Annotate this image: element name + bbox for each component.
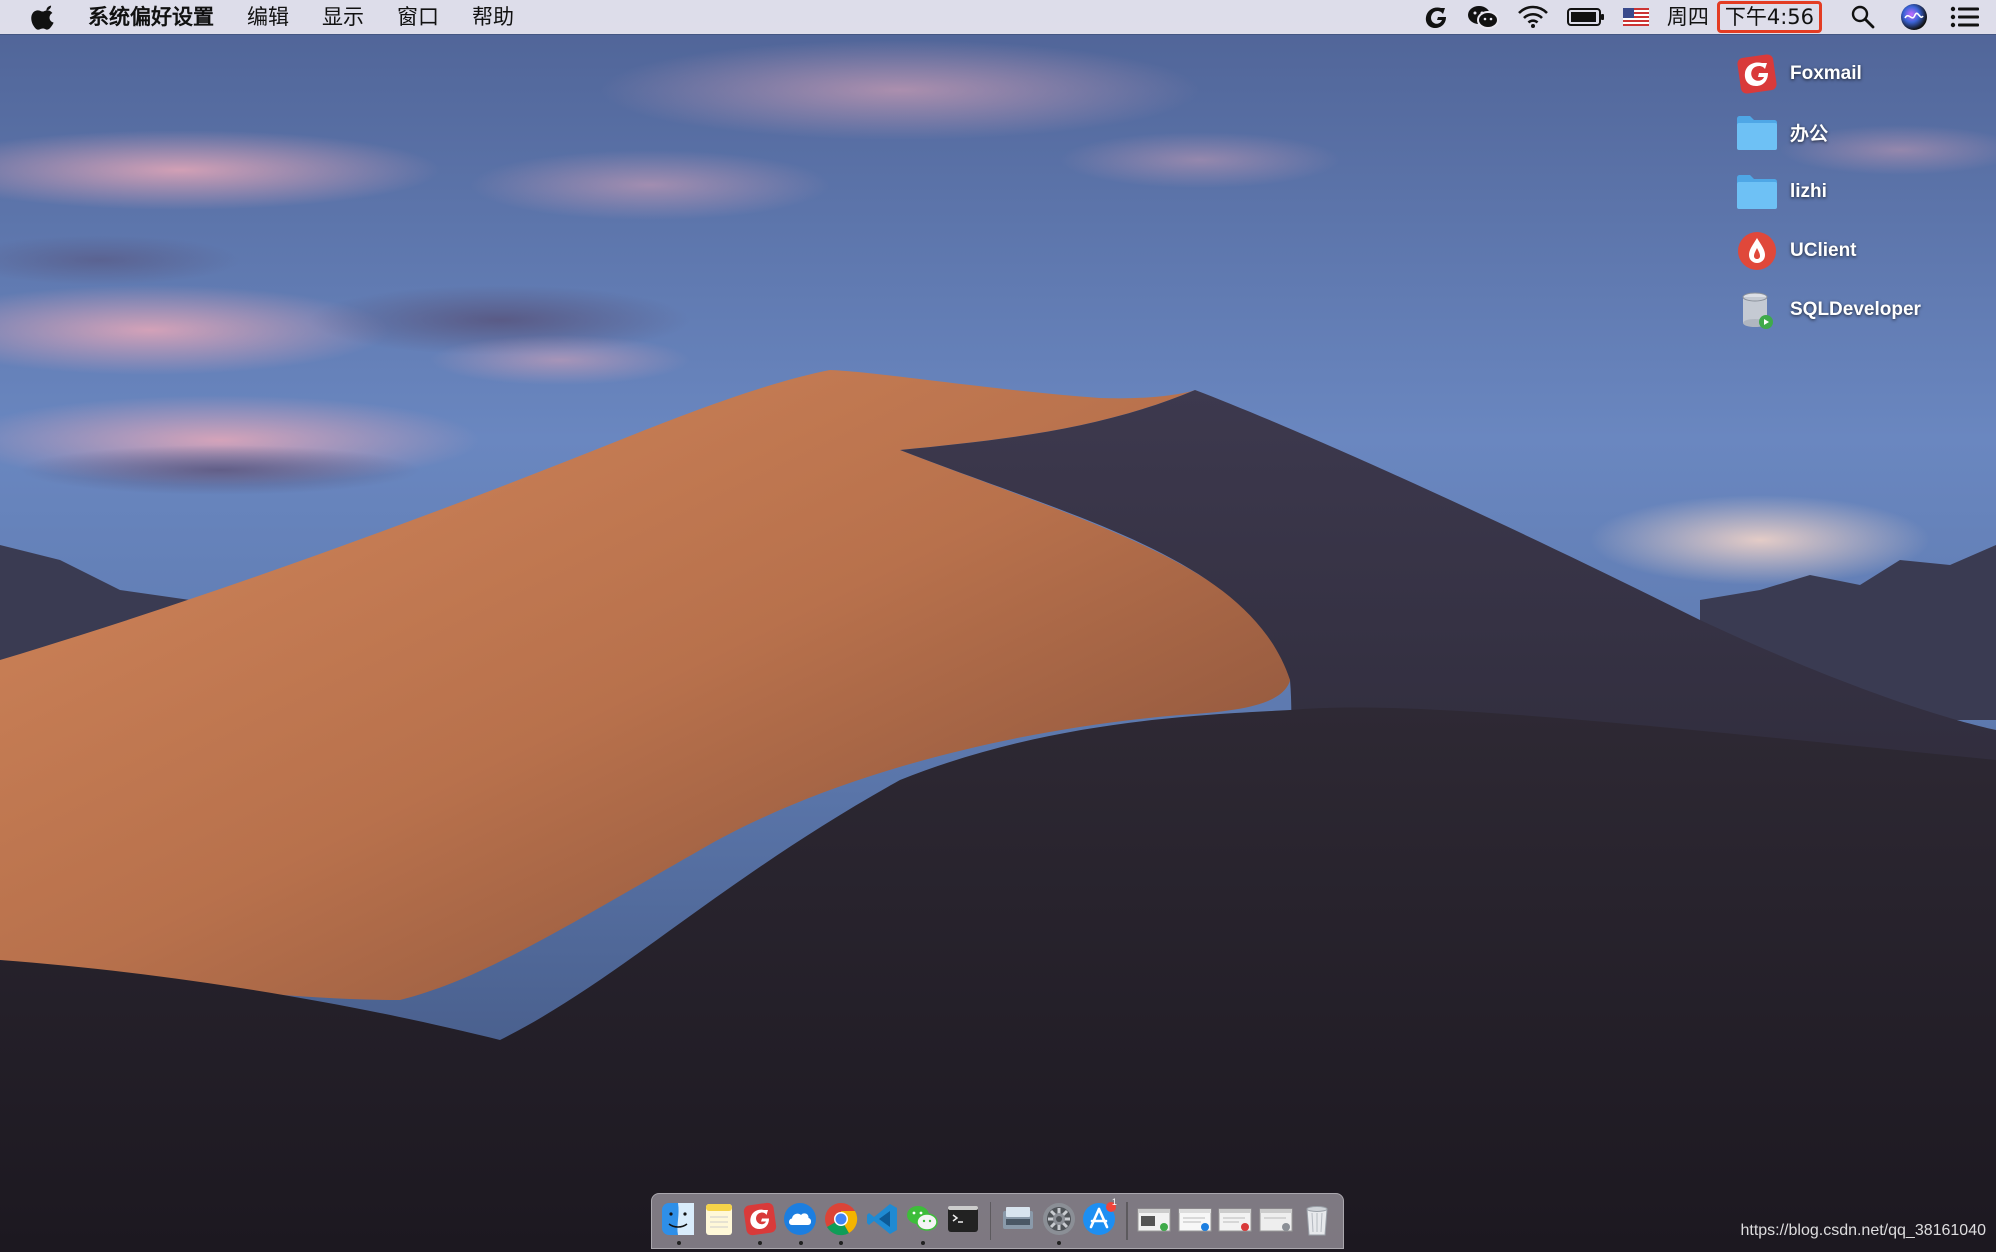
finder-icon: [662, 1203, 695, 1235]
clock-group: 周四 下午4:56: [1667, 0, 1822, 34]
desktop-item-folder-bangong[interactable]: 办公: [1734, 103, 1944, 162]
wifi-icon[interactable]: [1517, 0, 1549, 34]
menu-bar-right: 周四 下午4:56: [1405, 0, 1996, 34]
system-preferences-icon: [1042, 1203, 1075, 1235]
desktop-item-label: lizhi: [1790, 180, 1827, 202]
desktop-item-label: UClient: [1790, 239, 1857, 261]
foxmail-icon: [743, 1202, 776, 1236]
running-indicator: [798, 1241, 803, 1245]
desktop-item-uclient[interactable]: UClient: [1734, 221, 1944, 280]
image-capture-icon: [1002, 1207, 1033, 1229]
wechat-status-icon[interactable]: [1467, 0, 1499, 34]
dock-image-capture[interactable]: [998, 1197, 1037, 1245]
dock-cloud-app[interactable]: [781, 1197, 820, 1245]
menu-edit[interactable]: 编辑: [247, 0, 289, 34]
dock-chrome[interactable]: [821, 1197, 860, 1245]
dock-system-preferences[interactable]: [1039, 1197, 1078, 1245]
uclient-icon: [1734, 228, 1780, 274]
foxmail-icon: [1734, 51, 1780, 97]
desktop-item-label: Foxmail: [1790, 62, 1862, 84]
wechat-icon: [907, 1206, 939, 1231]
dock-minimized-window-2[interactable]: [1175, 1197, 1214, 1245]
desktop-icons: Foxmail 办公 lizhi UClient SQLDeveloper: [1734, 44, 1944, 339]
running-indicator: [839, 1241, 844, 1245]
trash-icon: [1306, 1206, 1328, 1236]
folder-icon: [1734, 169, 1780, 215]
folder-icon: [1734, 110, 1780, 156]
spotlight-search-icon[interactable]: [1850, 0, 1876, 34]
menu-bar-left: 系统偏好设置 编辑 显示 窗口 帮助: [0, 0, 547, 34]
dock: 1: [651, 1193, 1344, 1249]
apple-menu-icon[interactable]: [30, 4, 54, 30]
terminal-icon: [948, 1206, 979, 1232]
minimized-window-icon: [1137, 1208, 1171, 1232]
dock-terminal[interactable]: [944, 1197, 983, 1245]
watermark-url: https://blog.csdn.net/qq_38161040: [1740, 1222, 1986, 1239]
desktop-item-folder-lizhi[interactable]: lizhi: [1734, 162, 1944, 221]
weekday-label[interactable]: 周四: [1667, 0, 1709, 34]
cloud-icon: [784, 1203, 817, 1235]
dock-separator: [1125, 1202, 1128, 1240]
dock-app-store[interactable]: 1: [1080, 1197, 1119, 1245]
menu-bar: 系统偏好设置 编辑 显示 窗口 帮助 周四 下午4:56: [0, 0, 1996, 34]
dock-foxmail[interactable]: [740, 1197, 779, 1245]
dock-minimized-window-1[interactable]: [1134, 1197, 1173, 1245]
menu-view[interactable]: 显示: [322, 0, 364, 34]
desktop-item-label: 办公: [1790, 124, 1829, 145]
running-indicator: [676, 1241, 681, 1245]
menu-window[interactable]: 窗口: [397, 0, 439, 34]
clock-time[interactable]: 下午4:56: [1716, 1, 1822, 33]
dock-trash[interactable]: [1297, 1197, 1336, 1245]
minimized-window-icon: [1218, 1208, 1252, 1232]
input-source-us-flag-icon[interactable]: [1622, 0, 1649, 34]
dock-wechat[interactable]: [903, 1197, 942, 1245]
running-indicator: [1056, 1241, 1061, 1245]
app-store-badge: 1: [1111, 1197, 1117, 1207]
desktop-wallpaper: [0, 0, 1996, 1252]
siri-icon[interactable]: [1900, 0, 1928, 34]
desktop-item-foxmail[interactable]: Foxmail: [1734, 44, 1944, 103]
dock-minimized-window-4[interactable]: [1256, 1197, 1295, 1245]
minimized-window-icon: [1259, 1208, 1293, 1232]
foxmail-status-icon[interactable]: [1423, 0, 1449, 34]
dock-notes[interactable]: [699, 1197, 738, 1245]
dock-finder[interactable]: [659, 1197, 698, 1245]
minimized-window-icon: [1178, 1208, 1212, 1232]
dock-minimized-window-3[interactable]: [1216, 1197, 1255, 1245]
running-indicator: [758, 1241, 763, 1245]
notes-icon: [706, 1204, 733, 1235]
running-indicator: [920, 1241, 925, 1245]
desktop-item-label: SQLDeveloper: [1790, 298, 1921, 320]
battery-icon[interactable]: [1566, 0, 1605, 34]
desktop-item-sqldeveloper[interactable]: SQLDeveloper: [1734, 280, 1944, 339]
notification-center-icon[interactable]: [1950, 0, 1980, 34]
vscode-icon: [866, 1204, 897, 1234]
dock-separator: [989, 1202, 992, 1240]
sqldeveloper-icon: [1734, 287, 1780, 333]
dock-vscode[interactable]: [862, 1197, 901, 1245]
chrome-icon: [825, 1203, 858, 1236]
menu-app-name[interactable]: 系统偏好设置: [88, 0, 214, 34]
menu-help[interactable]: 帮助: [472, 0, 514, 34]
